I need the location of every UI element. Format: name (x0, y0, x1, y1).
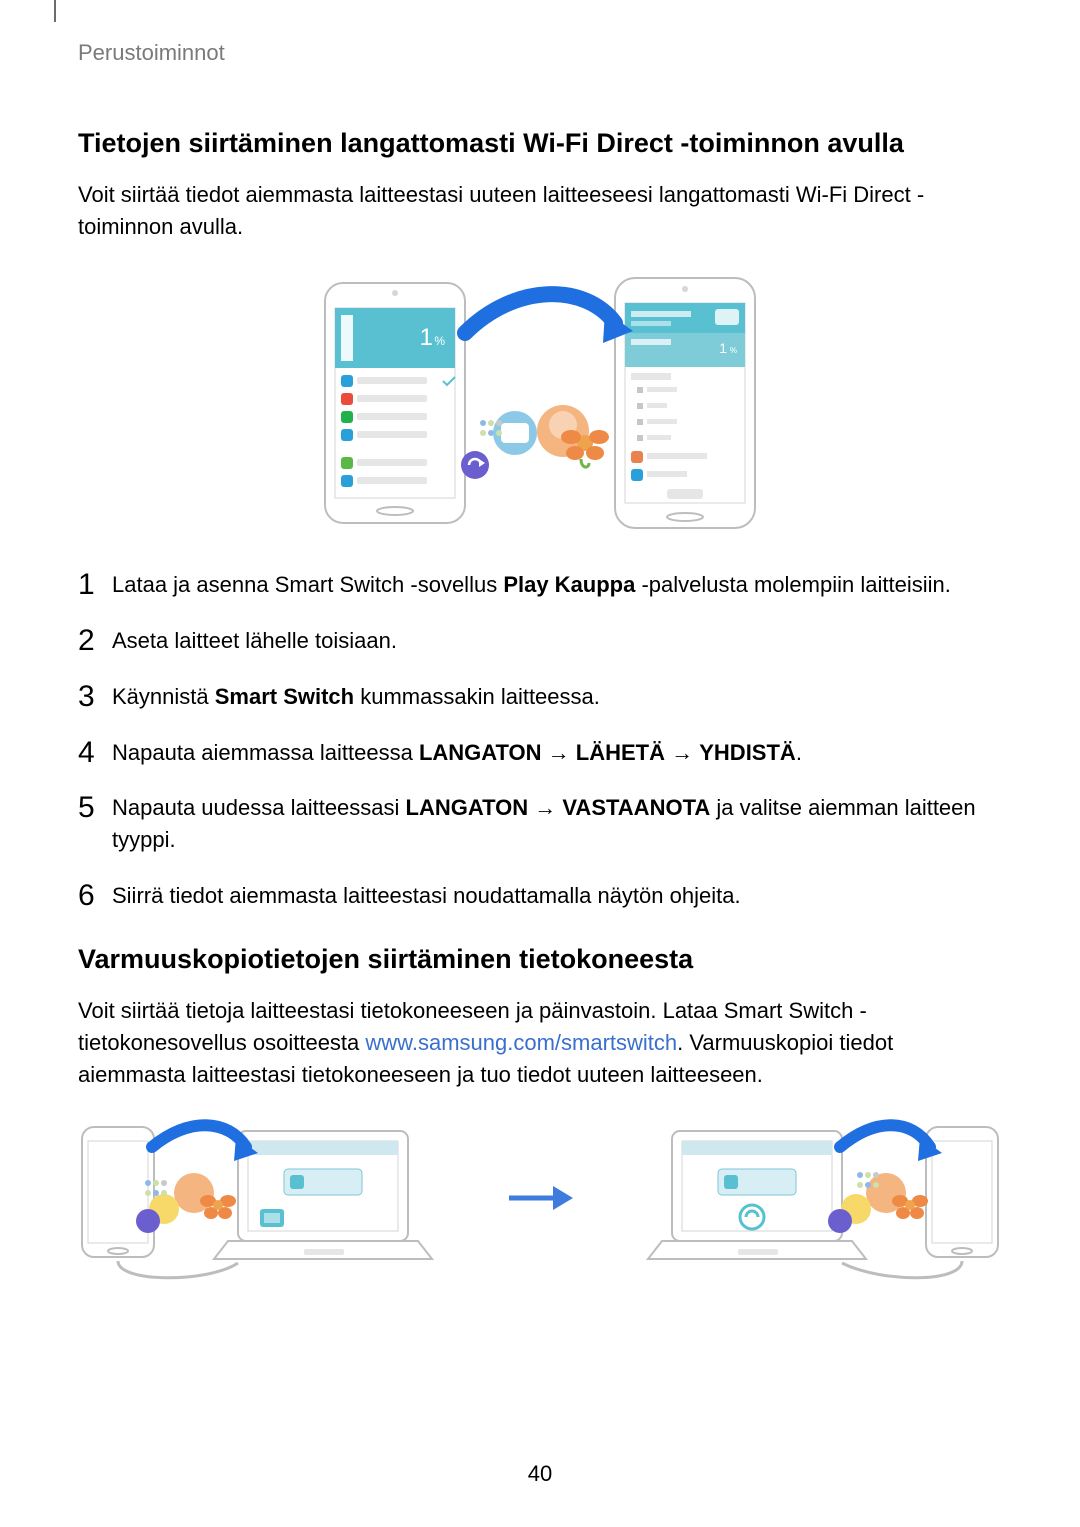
step-text: Lataa ja asenna Smart Switch -sovellus (112, 572, 503, 597)
step-number: 5 (78, 786, 95, 830)
percent-text: 1 (420, 324, 433, 351)
page-number: 40 (0, 1461, 1080, 1487)
step-text: Napauta uudessa laitteessasi (112, 795, 406, 820)
step-number: 2 (78, 619, 95, 663)
step-text: Siirrä tiedot aiemmasta laitteestasi nou… (112, 883, 741, 908)
arrow: → (665, 740, 699, 765)
step-number: 4 (78, 731, 95, 775)
svg-text:%: % (434, 334, 445, 348)
receive-bold: VASTAANOTA (562, 795, 710, 820)
step-number: 3 (78, 675, 95, 719)
top-rule (54, 0, 56, 22)
step-text: . (796, 740, 802, 765)
arrow: → (528, 795, 562, 820)
backup-paragraph: Voit siirtää tietoja laitteestasi tietok… (78, 995, 1002, 1091)
arrow: → (542, 740, 576, 765)
send-bold: LÄHETÄ (576, 740, 665, 765)
connect-bold: YHDISTÄ (699, 740, 796, 765)
laptop-right-diagram (642, 1113, 1002, 1283)
page: Perustoiminnot Tietojen siirtäminen lang… (0, 0, 1080, 1527)
smartswitch-link[interactable]: www.samsung.com/smartswitch (365, 1030, 677, 1055)
step-4: 4 Napauta aiemmassa laitteessa LANGATON … (78, 737, 1002, 769)
heading-wifi-direct: Tietojen siirtäminen langattomasti Wi-Fi… (78, 126, 1002, 161)
step-text: kummassakin laitteessa. (354, 684, 600, 709)
step-2: 2 Aseta laitteet lähelle toisiaan. (78, 625, 1002, 657)
step-1: 1 Lataa ja asenna Smart Switch -sovellus… (78, 569, 1002, 601)
illustration-laptops (78, 1113, 1002, 1283)
phones-diagram: 1 % 1 % (315, 273, 765, 533)
step-text: Aseta laitteet lähelle toisiaan. (112, 628, 397, 653)
step-3: 3 Käynnistä Smart Switch kummassakin lai… (78, 681, 1002, 713)
laptop-left-diagram (78, 1113, 438, 1283)
heading-backup-pc: Varmuuskopiotietojen siirtäminen tietoko… (78, 942, 1002, 977)
step-6: 6 Siirrä tiedot aiemmasta laitteestasi n… (78, 880, 1002, 912)
smart-switch-bold: Smart Switch (215, 684, 354, 709)
step-5: 5 Napauta uudessa laitteessasi LANGATON … (78, 792, 1002, 856)
intro-paragraph: Voit siirtää tiedot aiemmasta laitteesta… (78, 179, 1002, 243)
arrow-right-icon (505, 1178, 575, 1218)
play-store-bold: Play Kauppa (503, 572, 635, 597)
svg-text:1: 1 (719, 340, 727, 356)
step-text: Käynnistä (112, 684, 215, 709)
step-text: -palvelusta molempiin laitteisiin. (635, 572, 950, 597)
step-text: Napauta aiemmassa laitteessa (112, 740, 419, 765)
wireless-bold: LANGATON (419, 740, 542, 765)
wireless-bold: LANGATON (406, 795, 529, 820)
step-number: 6 (78, 874, 95, 918)
section-label: Perustoiminnot (78, 40, 1002, 66)
svg-text:%: % (730, 346, 737, 355)
steps-list: 1 Lataa ja asenna Smart Switch -sovellus… (78, 569, 1002, 912)
step-number: 1 (78, 563, 95, 607)
illustration-phones: 1 % 1 % (78, 273, 1002, 533)
